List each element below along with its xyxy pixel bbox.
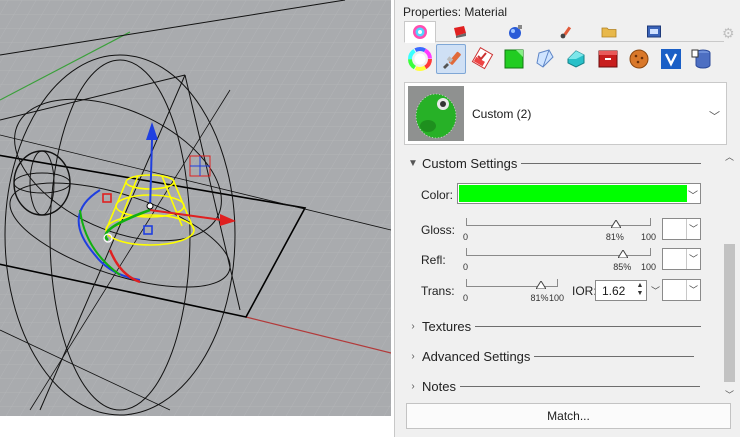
trans-max: 100 bbox=[549, 293, 565, 303]
gloss-track bbox=[466, 218, 651, 226]
section-label: Advanced Settings bbox=[422, 348, 531, 364]
spinner-arrows-icon[interactable]: ▲ ▼ bbox=[635, 282, 645, 298]
gloss-max: 100 bbox=[641, 232, 657, 242]
scroll-down-arrow-icon[interactable]: ﹀ bbox=[722, 388, 737, 402]
perspective-viewport[interactable] bbox=[0, 0, 391, 416]
ior-value: 1.62 bbox=[602, 284, 626, 298]
chevron-down-icon: ﹀ bbox=[686, 249, 700, 269]
ior-label: IOR: bbox=[572, 284, 597, 298]
chevron-down-icon: ﹀ bbox=[688, 191, 698, 202]
section-textures[interactable]: › Textures bbox=[404, 316, 714, 336]
section-advanced-settings[interactable]: › Advanced Settings bbox=[404, 346, 714, 366]
glass-cube-button[interactable] bbox=[530, 44, 560, 74]
gloss-label: Gloss: bbox=[421, 223, 456, 237]
material-sphere-icon bbox=[413, 25, 427, 39]
properties-panel: Properties: Material ⚙ Custom (2) ﹀ ▼ Cu… bbox=[394, 0, 740, 437]
trans-slider[interactable]: 0 81% 100 bbox=[463, 278, 566, 308]
section-label: Textures bbox=[422, 318, 472, 334]
display-icon bbox=[647, 25, 661, 37]
tab-layer[interactable] bbox=[444, 21, 476, 42]
trans-min: 0 bbox=[463, 293, 469, 303]
tab-decal[interactable] bbox=[550, 21, 582, 42]
section-divider bbox=[475, 325, 702, 327]
teal-shape-icon bbox=[567, 50, 585, 68]
folder-icon bbox=[601, 27, 617, 37]
paint-brush-icon bbox=[443, 51, 461, 69]
panel-title: Properties: Material bbox=[403, 5, 508, 19]
section-label: Custom Settings bbox=[422, 155, 518, 171]
refl-texture-dropdown[interactable]: ﹀ bbox=[662, 248, 701, 270]
chevron-down-icon: ▼ bbox=[408, 157, 418, 169]
trans-slider-thumb[interactable] bbox=[535, 281, 546, 289]
refl-slider[interactable]: 0 85% 100 bbox=[463, 247, 657, 277]
texture-check-button[interactable] bbox=[467, 44, 497, 74]
red-box-button[interactable] bbox=[593, 44, 623, 74]
paint-brush-button[interactable] bbox=[436, 44, 466, 74]
material-dropdown-chevron-icon[interactable]: ﹀ bbox=[709, 108, 720, 124]
refl-min: 0 bbox=[463, 262, 469, 272]
database-icon bbox=[691, 49, 711, 69]
vertical-scrollbar[interactable]: ︿ ﹀ bbox=[722, 148, 737, 402]
refl-value: 85% bbox=[613, 262, 632, 272]
tab-display[interactable] bbox=[638, 21, 670, 42]
match-button[interactable]: Match... bbox=[406, 403, 731, 429]
layer-folder-icon bbox=[454, 25, 466, 38]
glass-cube-icon bbox=[536, 49, 554, 68]
section-notes[interactable]: › Notes bbox=[404, 376, 714, 396]
teal-shape-button[interactable] bbox=[561, 44, 591, 74]
settings-scroll-area: ▼ Custom Settings Color: ﹀ Gloss: 0 81% … bbox=[404, 146, 737, 402]
gloss-texture-dropdown[interactable]: ﹀ bbox=[662, 218, 701, 240]
settings-gear-icon[interactable]: ⚙ bbox=[722, 26, 736, 40]
refl-max: 100 bbox=[641, 262, 657, 272]
material-preview-thumbnail bbox=[408, 86, 464, 141]
section-divider bbox=[521, 162, 702, 164]
chevron-down-icon: ﹀ bbox=[686, 219, 700, 239]
section-divider bbox=[459, 385, 700, 387]
cookie-button[interactable] bbox=[624, 44, 654, 74]
chevron-down-icon: ﹀ bbox=[686, 280, 700, 300]
property-tabs bbox=[404, 21, 724, 43]
brush-icon bbox=[560, 26, 572, 38]
gloss-value: 81% bbox=[605, 232, 624, 242]
color-swatch bbox=[459, 185, 687, 202]
scroll-up-arrow-icon[interactable]: ︿ bbox=[722, 150, 737, 164]
color-label: Color: bbox=[421, 188, 454, 202]
red-box-icon bbox=[598, 50, 618, 68]
trans-texture-dropdown[interactable]: ﹀ bbox=[662, 279, 701, 301]
database-button[interactable] bbox=[687, 44, 717, 74]
color-wheel-icon bbox=[408, 47, 432, 71]
chevron-right-icon: › bbox=[411, 350, 415, 362]
scrollbar-thumb[interactable] bbox=[724, 244, 735, 382]
viewport-scene[interactable] bbox=[0, 0, 391, 416]
green-plane-button[interactable] bbox=[499, 44, 529, 74]
v-logo-icon bbox=[661, 49, 681, 69]
chevron-down-icon[interactable]: ﹀ bbox=[651, 284, 660, 297]
material-selector[interactable]: Custom (2) ﹀ bbox=[404, 82, 727, 145]
trans-label: Trans: bbox=[421, 284, 455, 298]
chevron-right-icon: › bbox=[411, 320, 415, 332]
gloss-slider[interactable]: 0 81% 100 bbox=[463, 217, 657, 247]
texture-check-icon bbox=[471, 47, 494, 70]
section-label: Notes bbox=[422, 378, 456, 394]
render-sphere-icon bbox=[509, 24, 522, 39]
ior-spin-input[interactable]: 1.62 ▲ ▼ bbox=[595, 280, 647, 301]
cookie-icon bbox=[629, 49, 649, 69]
green-plane-icon bbox=[504, 49, 524, 69]
gloss-min: 0 bbox=[463, 232, 469, 242]
v-logo-button[interactable] bbox=[656, 44, 686, 74]
material-name: Custom (2) bbox=[472, 107, 532, 121]
color-wheel-button[interactable] bbox=[405, 44, 435, 74]
trans-value: 81% bbox=[530, 293, 549, 303]
section-custom-settings[interactable]: ▼ Custom Settings bbox=[404, 153, 714, 173]
tab-folder[interactable] bbox=[593, 21, 625, 42]
section-divider bbox=[534, 355, 695, 357]
tab-material[interactable] bbox=[404, 21, 436, 43]
gloss-slider-thumb[interactable] bbox=[610, 220, 621, 228]
tab-render[interactable] bbox=[500, 21, 532, 42]
chevron-right-icon: › bbox=[411, 380, 415, 392]
color-swatch-dropdown[interactable]: ﹀ bbox=[457, 183, 701, 204]
refl-label: Refl: bbox=[421, 253, 446, 267]
refl-slider-thumb[interactable] bbox=[618, 250, 629, 258]
